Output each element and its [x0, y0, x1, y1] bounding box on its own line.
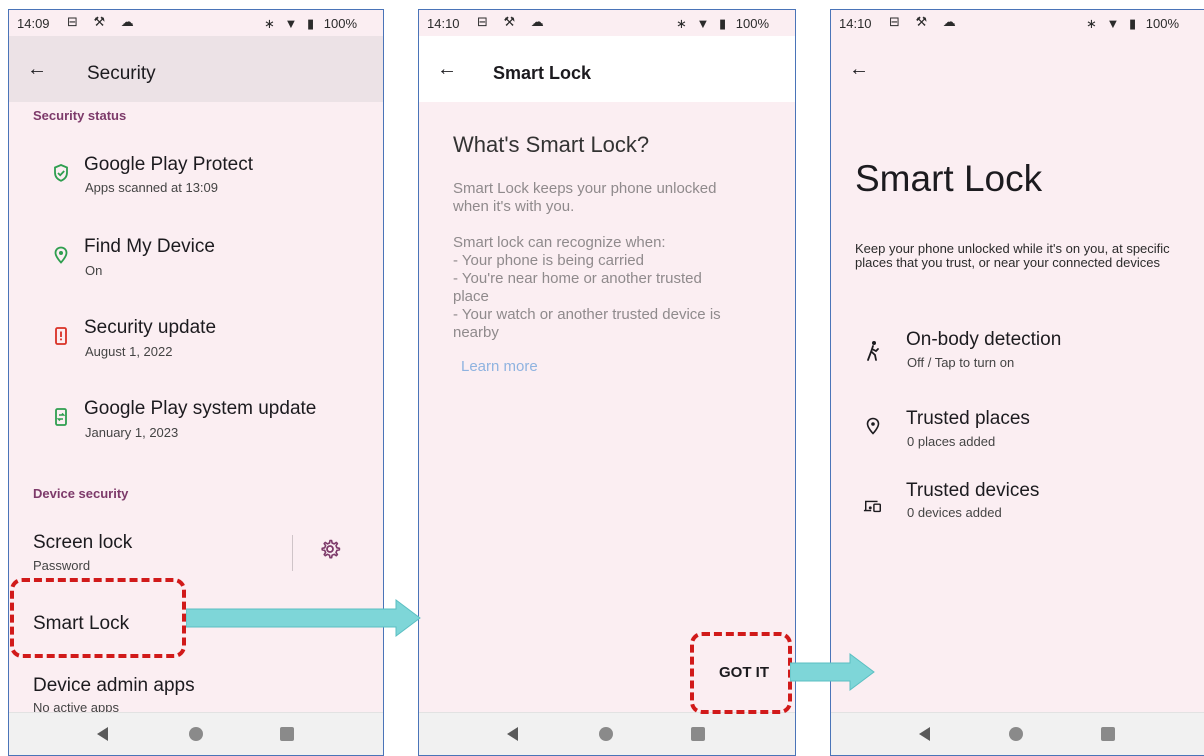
dialog-body: Smart Lock keeps your phone unlocked whe… [453, 180, 721, 341]
list-item-title: Security update [84, 317, 217, 338]
list-item-subtitle: January 1, 2023 [85, 425, 179, 440]
navigation-bar [419, 712, 795, 755]
wifi-icon: ▼ [696, 16, 710, 31]
status-time: 14:10 [427, 16, 460, 31]
list-item-title: Google Play system update [84, 398, 317, 419]
bluetooth-icon: ∗ [263, 16, 275, 31]
wifi-icon: ▼ [1106, 16, 1120, 31]
back-arrow-icon[interactable]: ← [437, 58, 457, 81]
walking-person-icon [867, 341, 879, 361]
battery-level: 100% [1145, 16, 1179, 31]
list-item-subtitle: Off / Tap to turn on [907, 355, 1015, 370]
section-device-security: Device security [33, 486, 129, 501]
status-bar: 14:10 ⊟ ⚒ ☁ ∗ ▼ ▮ 100% [831, 10, 1204, 36]
wifi-icon: ▼ [284, 16, 298, 31]
list-item-title: On-body detection [906, 329, 1062, 350]
nav-recents-icon[interactable] [280, 727, 294, 741]
status-bar: 14:09 ⊟ ⚒ ☁ ∗ ▼ ▮ 100% [9, 10, 383, 36]
status-right: ∗ ▼ ▮ 100% [670, 16, 769, 32]
nav-home-icon[interactable] [189, 727, 203, 741]
location-pin-icon [54, 246, 68, 264]
back-arrow-icon[interactable]: ← [849, 58, 869, 81]
list-item-title: Google Play Protect [84, 154, 253, 175]
list-item-subtitle: On [85, 263, 103, 278]
phone-screen-smart-lock-settings: 14:10 ⊟ ⚒ ☁ ∗ ▼ ▮ 100% ← Smart Lock Keep… [830, 9, 1204, 756]
status-bar: 14:10 ⊟ ⚒ ☁ ∗ ▼ ▮ 100% [419, 10, 795, 36]
location-pin-icon [866, 417, 880, 435]
status-time: 14:10 [839, 16, 872, 31]
list-item-subtitle: Password [33, 558, 91, 573]
page-title: Smart Lock [493, 63, 592, 83]
status-right: ∗ ▼ ▮ 100% [1080, 16, 1179, 32]
list-item-subtitle: 0 devices added [907, 505, 1002, 520]
navigation-bar [831, 712, 1204, 755]
status-notification-icons: ⊟ ⚒ ☁ [67, 14, 140, 29]
status-notification-icons: ⊟ ⚒ ☁ [477, 14, 550, 29]
back-arrow-icon[interactable]: ← [27, 58, 47, 81]
learn-more-link[interactable]: Learn more [461, 358, 538, 375]
highlight-got-it [690, 632, 792, 714]
highlight-smart-lock [10, 578, 186, 658]
battery-icon: ▮ [306, 16, 315, 31]
list-item-subtitle: 0 places added [907, 434, 996, 449]
dialog-heading: What's Smart Lock? [453, 132, 650, 157]
list-item-title: Find My Device [84, 236, 215, 257]
app-bar: ← Security [9, 36, 383, 102]
arrow-right-icon [790, 653, 875, 691]
navigation-bar [9, 712, 383, 755]
status-time: 14:09 [17, 16, 50, 31]
status-notification-icons: ⊟ ⚒ ☁ [889, 14, 962, 29]
status-right: ∗ ▼ ▮ 100% [258, 16, 357, 32]
devices-icon [863, 500, 881, 513]
list-item-subtitle: August 1, 2022 [85, 344, 173, 359]
arrow-right-icon [186, 599, 421, 637]
gear-icon[interactable] [319, 538, 341, 560]
list-item-title: Device admin apps [33, 675, 195, 696]
nav-back-icon[interactable] [507, 727, 518, 741]
list-item-title: Trusted devices [906, 480, 1040, 501]
nav-home-icon[interactable] [599, 727, 613, 741]
battery-level: 100% [735, 16, 769, 31]
nav-back-icon[interactable] [97, 727, 108, 741]
list-item-subtitle: Apps scanned at 13:09 [85, 180, 218, 195]
battery-level: 100% [323, 16, 357, 31]
security-update-icon [55, 327, 67, 345]
battery-icon: ▮ [1128, 16, 1137, 31]
section-security-status: Security status [33, 108, 127, 123]
app-bar: ← Smart Lock [419, 36, 795, 102]
battery-icon: ▮ [718, 16, 727, 31]
nav-recents-icon[interactable] [1101, 727, 1115, 741]
bluetooth-icon: ∗ [1085, 16, 1097, 31]
shield-check-icon [54, 164, 68, 182]
page-description: Keep your phone unlocked while it's on y… [855, 241, 1170, 270]
app-bar: ← [831, 36, 1204, 102]
divider [292, 535, 293, 571]
bluetooth-icon: ∗ [675, 16, 687, 31]
system-update-icon [55, 408, 67, 426]
list-item-title: Trusted places [906, 408, 1030, 429]
nav-recents-icon[interactable] [691, 727, 705, 741]
list-item-title: Screen lock [33, 532, 133, 553]
nav-back-icon[interactable] [919, 727, 930, 741]
page-title: Security [87, 63, 156, 84]
page-title: Smart Lock [855, 158, 1043, 199]
nav-home-icon[interactable] [1009, 727, 1023, 741]
